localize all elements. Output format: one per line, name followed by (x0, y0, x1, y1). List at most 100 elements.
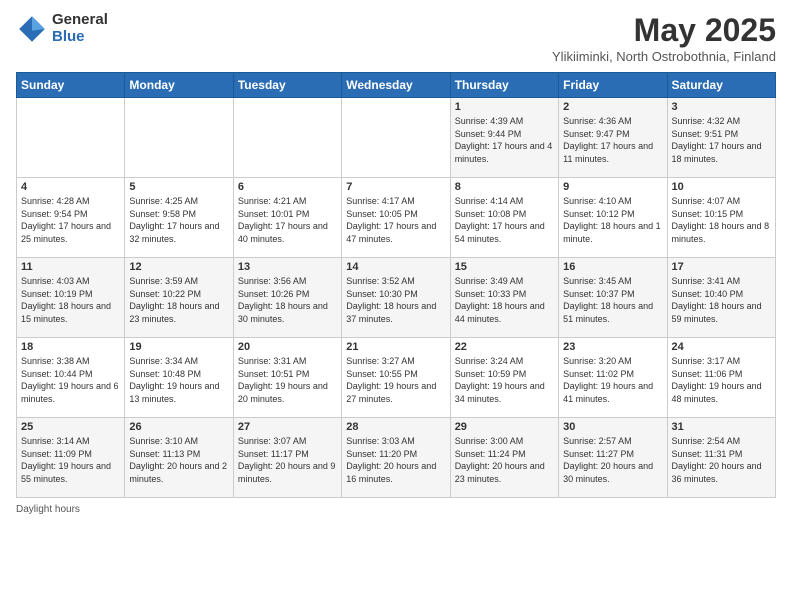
logo-general: General (52, 12, 108, 29)
day-number: 31 (672, 421, 771, 433)
day-cell: 9 Sunrise: 4:10 AM Sunset: 10:12 PM Dayli… (559, 178, 667, 258)
day-cell: 3 Sunrise: 4:32 AM Sunset: 9:51 PM Daylig… (667, 98, 775, 178)
week-row-5: 25 Sunrise: 3:14 AM Sunset: 11:09 PM Dayl… (17, 418, 776, 498)
day-cell: 16 Sunrise: 3:45 AM Sunset: 10:37 PM Dayl… (559, 258, 667, 338)
day-info: Sunrise: 3:10 AM Sunset: 11:13 PM Daylig… (129, 435, 228, 485)
day-info: Sunrise: 3:45 AM Sunset: 10:37 PM Daylig… (563, 275, 662, 325)
day-cell: 15 Sunrise: 3:49 AM Sunset: 10:33 PM Dayl… (450, 258, 558, 338)
day-number: 20 (238, 341, 337, 353)
day-number: 16 (563, 261, 662, 273)
day-cell: 1 Sunrise: 4:39 AM Sunset: 9:44 PM Daylig… (450, 98, 558, 178)
day-number: 19 (129, 341, 228, 353)
day-number: 26 (129, 421, 228, 433)
day-info: Sunrise: 3:07 AM Sunset: 11:17 PM Daylig… (238, 435, 337, 485)
day-number: 10 (672, 181, 771, 193)
day-number: 2 (563, 101, 662, 113)
logo-text: General Blue (52, 12, 108, 45)
day-info: Sunrise: 3:00 AM Sunset: 11:24 PM Daylig… (455, 435, 554, 485)
day-info: Sunrise: 3:52 AM Sunset: 10:30 PM Daylig… (346, 275, 445, 325)
day-cell: 20 Sunrise: 3:31 AM Sunset: 10:51 PM Dayl… (233, 338, 341, 418)
day-cell: 5 Sunrise: 4:25 AM Sunset: 9:58 PM Daylig… (125, 178, 233, 258)
day-info: Sunrise: 4:07 AM Sunset: 10:15 PM Daylig… (672, 195, 771, 245)
day-cell: 22 Sunrise: 3:24 AM Sunset: 10:59 PM Dayl… (450, 338, 558, 418)
calendar-table: SundayMondayTuesdayWednesdayThursdayFrid… (16, 72, 776, 498)
day-number: 18 (21, 341, 120, 353)
day-number: 17 (672, 261, 771, 273)
day-number: 27 (238, 421, 337, 433)
day-number: 15 (455, 261, 554, 273)
day-number: 3 (672, 101, 771, 113)
day-cell (125, 98, 233, 178)
day-info: Sunrise: 4:32 AM Sunset: 9:51 PM Dayligh… (672, 115, 771, 165)
main-title: May 2025 (552, 12, 776, 49)
logo: General Blue (16, 12, 108, 45)
day-cell: 30 Sunrise: 2:57 AM Sunset: 11:27 PM Dayl… (559, 418, 667, 498)
day-cell: 27 Sunrise: 3:07 AM Sunset: 11:17 PM Dayl… (233, 418, 341, 498)
day-cell: 21 Sunrise: 3:27 AM Sunset: 10:55 PM Dayl… (342, 338, 450, 418)
day-number: 24 (672, 341, 771, 353)
day-number: 13 (238, 261, 337, 273)
day-cell: 14 Sunrise: 3:52 AM Sunset: 10:30 PM Dayl… (342, 258, 450, 338)
day-cell (17, 98, 125, 178)
day-info: Sunrise: 3:38 AM Sunset: 10:44 PM Daylig… (21, 355, 120, 405)
day-number: 22 (455, 341, 554, 353)
day-cell: 23 Sunrise: 3:20 AM Sunset: 11:02 PM Dayl… (559, 338, 667, 418)
day-cell: 31 Sunrise: 2:54 AM Sunset: 11:31 PM Dayl… (667, 418, 775, 498)
subtitle: Ylikiiminki, North Ostrobothnia, Finland (552, 49, 776, 64)
day-number: 12 (129, 261, 228, 273)
day-info: Sunrise: 2:54 AM Sunset: 11:31 PM Daylig… (672, 435, 771, 485)
day-cell: 8Sunrise: 4:14 AM Sunset: 10:08 PM Dayli… (450, 178, 558, 258)
day-cell (233, 98, 341, 178)
day-header-tuesday: Tuesday (233, 73, 341, 98)
day-number: 1 (455, 101, 554, 113)
day-info: Sunrise: 3:31 AM Sunset: 10:51 PM Daylig… (238, 355, 337, 405)
day-info: Sunrise: 3:59 AM Sunset: 10:22 PM Daylig… (129, 275, 228, 325)
header: General Blue May 2025 Ylikiiminki, North… (16, 12, 776, 64)
day-cell: 2Sunrise: 4:36 AM Sunset: 9:47 PM Daylig… (559, 98, 667, 178)
day-number: 30 (563, 421, 662, 433)
day-cell: 26 Sunrise: 3:10 AM Sunset: 11:13 PM Dayl… (125, 418, 233, 498)
day-cell (342, 98, 450, 178)
day-number: 23 (563, 341, 662, 353)
day-info: Sunrise: 4:10 AM Sunset: 10:12 PM Daylig… (563, 195, 662, 245)
week-row-2: 4Sunrise: 4:28 AM Sunset: 9:54 PM Daylig… (17, 178, 776, 258)
day-info: Sunrise: 3:17 AM Sunset: 11:06 PM Daylig… (672, 355, 771, 405)
day-info: Sunrise: 3:34 AM Sunset: 10:48 PM Daylig… (129, 355, 228, 405)
day-header-thursday: Thursday (450, 73, 558, 98)
day-number: 6 (238, 181, 337, 193)
day-number: 11 (21, 261, 120, 273)
day-number: 28 (346, 421, 445, 433)
day-info: Sunrise: 3:27 AM Sunset: 10:55 PM Daylig… (346, 355, 445, 405)
day-number: 7 (346, 181, 445, 193)
day-header-friday: Friday (559, 73, 667, 98)
day-info: Sunrise: 4:28 AM Sunset: 9:54 PM Dayligh… (21, 195, 120, 245)
day-info: Sunrise: 3:20 AM Sunset: 11:02 PM Daylig… (563, 355, 662, 405)
day-info: Sunrise: 4:39 AM Sunset: 9:44 PM Dayligh… (455, 115, 554, 165)
logo-icon (16, 13, 48, 45)
day-info: Sunrise: 3:14 AM Sunset: 11:09 PM Daylig… (21, 435, 120, 485)
day-info: Sunrise: 3:49 AM Sunset: 10:33 PM Daylig… (455, 275, 554, 325)
footer: Daylight hours (16, 504, 776, 515)
day-number: 25 (21, 421, 120, 433)
day-cell: 11Sunrise: 4:03 AM Sunset: 10:19 PM Dayl… (17, 258, 125, 338)
footer-text: Daylight hours (16, 504, 80, 515)
day-info: Sunrise: 4:25 AM Sunset: 9:58 PM Dayligh… (129, 195, 228, 245)
week-row-1: 1 Sunrise: 4:39 AM Sunset: 9:44 PM Daylig… (17, 98, 776, 178)
day-cell: 13Sunrise: 3:56 AM Sunset: 10:26 PM Dayl… (233, 258, 341, 338)
day-cell: 18 Sunrise: 3:38 AM Sunset: 10:44 PM Dayl… (17, 338, 125, 418)
day-info: Sunrise: 3:03 AM Sunset: 11:20 PM Daylig… (346, 435, 445, 485)
day-number: 14 (346, 261, 445, 273)
day-number: 5 (129, 181, 228, 193)
day-number: 21 (346, 341, 445, 353)
day-number: 8 (455, 181, 554, 193)
day-cell: 10 Sunrise: 4:07 AM Sunset: 10:15 PM Dayl… (667, 178, 775, 258)
day-info: Sunrise: 2:57 AM Sunset: 11:27 PM Daylig… (563, 435, 662, 485)
day-cell: 12 Sunrise: 3:59 AM Sunset: 10:22 PM Dayl… (125, 258, 233, 338)
day-info: Sunrise: 3:24 AM Sunset: 10:59 PM Daylig… (455, 355, 554, 405)
day-header-saturday: Saturday (667, 73, 775, 98)
page: General Blue May 2025 Ylikiiminki, North… (0, 0, 792, 612)
day-cell: 29Sunrise: 3:00 AM Sunset: 11:24 PM Dayl… (450, 418, 558, 498)
week-row-4: 18 Sunrise: 3:38 AM Sunset: 10:44 PM Dayl… (17, 338, 776, 418)
day-number: 9 (563, 181, 662, 193)
title-block: May 2025 Ylikiiminki, North Ostrobothnia… (552, 12, 776, 64)
